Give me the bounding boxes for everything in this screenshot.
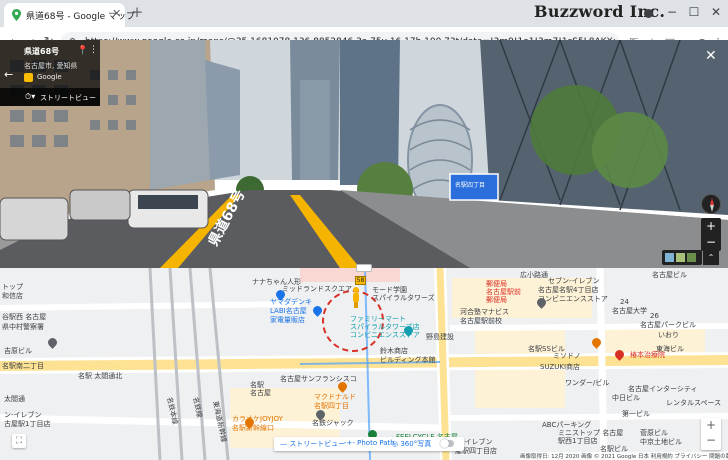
pegman-icon[interactable] bbox=[351, 286, 361, 308]
map-label[interactable]: 名古屋大学 bbox=[612, 306, 647, 316]
map-label[interactable]: 中京土地ビル bbox=[640, 437, 682, 447]
zoom-in-button[interactable]: + bbox=[701, 218, 721, 234]
map-label[interactable]: 家電量販店 bbox=[270, 315, 305, 325]
street-view-scene bbox=[0, 40, 728, 268]
street-view-mode-button[interactable]: ⏱▾ ストリートビュー bbox=[0, 88, 100, 106]
map-zoom-control[interactable]: + − bbox=[701, 418, 721, 450]
zoom-out-button[interactable]: − bbox=[701, 433, 721, 448]
map-label[interactable]: 第一ビル bbox=[622, 409, 650, 419]
map-label[interactable]: 名駅 太閤通北 bbox=[78, 371, 122, 381]
maps-favicon-icon bbox=[12, 9, 21, 21]
toggle-knob bbox=[440, 439, 449, 448]
map-label[interactable]: 駅西1丁目店 bbox=[558, 436, 597, 446]
minimize-button[interactable]: − bbox=[664, 4, 680, 20]
map-label[interactable]: 野島建設 bbox=[426, 332, 454, 342]
map-label[interactable]: 名駅南二丁目 bbox=[2, 361, 44, 371]
route-number-badge: 58 bbox=[355, 276, 366, 285]
zoom-out-button[interactable]: − bbox=[701, 234, 721, 250]
map-label[interactable]: 中日ビル bbox=[612, 393, 640, 403]
map-label[interactable]: 名古屋駅前校 bbox=[460, 316, 502, 326]
street-view-panorama[interactable]: 県道68号 名駅四丁目 ← 県道68号 📍 ⋮ 名古屋市, 愛知県 Google… bbox=[0, 40, 728, 268]
maximize-button[interactable]: ☐ bbox=[686, 4, 702, 20]
map-label[interactable]: 名古屋パークビル bbox=[640, 320, 696, 330]
map-label[interactable]: 24 bbox=[620, 298, 629, 306]
map-label[interactable]: 広小路通 bbox=[520, 270, 548, 280]
expand-icon[interactable]: ⌃ bbox=[703, 251, 719, 265]
map-label[interactable]: 谷駅西 名古屋 bbox=[2, 312, 46, 322]
panel-resize-handle[interactable] bbox=[356, 264, 372, 272]
google-logo-icon bbox=[24, 73, 33, 82]
compass-icon[interactable] bbox=[701, 194, 721, 214]
legend-photo-path: -+- Photo Path bbox=[344, 439, 395, 447]
map-label[interactable]: ビルディング本館 bbox=[380, 355, 436, 365]
map-label[interactable]: レンタルスペース bbox=[666, 398, 721, 408]
map-label[interactable]: SUZUKI商店 bbox=[540, 362, 580, 372]
more-options-icon[interactable]: ⋮ bbox=[89, 45, 98, 55]
map-label[interactable]: スパイラルタワーズ bbox=[372, 293, 435, 303]
window-close-button[interactable]: ✕ bbox=[708, 4, 724, 20]
tab-google-maps[interactable]: 県道68号 - Google マップ ✕ bbox=[4, 3, 135, 27]
record-icon bbox=[644, 9, 653, 18]
mode-label: ストリートビュー bbox=[40, 94, 96, 102]
map-label[interactable]: 椿本治療院 bbox=[630, 350, 665, 360]
close-icon[interactable]: ✕ bbox=[112, 7, 121, 20]
close-icon[interactable]: ✕ bbox=[705, 48, 717, 64]
clock-icon: ⏱▾ bbox=[25, 92, 36, 101]
location-subtitle: 名古屋市, 愛知県 bbox=[24, 62, 78, 70]
map-label[interactable]: 名古屋 bbox=[250, 388, 271, 398]
street-view-zoom-control[interactable]: + − bbox=[701, 218, 721, 251]
pin-icon[interactable]: 📍 bbox=[77, 46, 88, 56]
map-label[interactable]: 名駅SSビル bbox=[528, 344, 565, 354]
map-label[interactable]: 吉原ビル bbox=[4, 346, 32, 356]
new-tab-button[interactable]: + bbox=[130, 3, 144, 21]
zoom-in-button[interactable]: + bbox=[701, 418, 721, 433]
map-label[interactable]: 26 bbox=[650, 312, 659, 320]
map-label[interactable]: コンビニエンスストア bbox=[538, 294, 608, 304]
provider-label: Google bbox=[37, 73, 62, 81]
fullscreen-icon[interactable]: ⛶ bbox=[12, 434, 26, 448]
map-label[interactable]: 和信店 bbox=[2, 291, 23, 301]
map-label[interactable]: 太閤通 bbox=[4, 394, 25, 404]
map-legend: — ストリートビュー -+- Photo Path ◎ 360°写真 bbox=[274, 437, 464, 451]
legend-360-photo: ◎ 360°写真 bbox=[392, 440, 432, 448]
map-label[interactable]: ミッドランドスクエア bbox=[282, 284, 352, 294]
map-label[interactable]: 郵便局 bbox=[486, 295, 507, 305]
back-arrow-icon[interactable]: ← bbox=[4, 68, 13, 81]
location-title: 県道68号 bbox=[24, 47, 60, 56]
map-label[interactable]: 名古屋ビル bbox=[652, 270, 687, 280]
map-label[interactable]: ワンダー/ビル bbox=[565, 378, 609, 388]
photo-thumbnail-strip[interactable] bbox=[662, 250, 702, 265]
map-label[interactable]: 県中村警察署 bbox=[2, 322, 44, 332]
tab-strip: 県道68号 - Google マップ ✕ + Buzzword Inc. − ☐… bbox=[0, 0, 728, 27]
direction-sign: 名駅四丁目 bbox=[455, 182, 486, 189]
legend-toggle[interactable] bbox=[440, 439, 454, 448]
map-label[interactable]: 古屋駅1丁目店 bbox=[4, 419, 50, 429]
map-attribution: 画像取得日: 12月 2020 画像 © 2021 Google 日本 利用規約… bbox=[520, 452, 728, 460]
legend-streetview: — ストリートビュー bbox=[280, 440, 346, 448]
map-label[interactable]: いおり bbox=[658, 330, 679, 340]
